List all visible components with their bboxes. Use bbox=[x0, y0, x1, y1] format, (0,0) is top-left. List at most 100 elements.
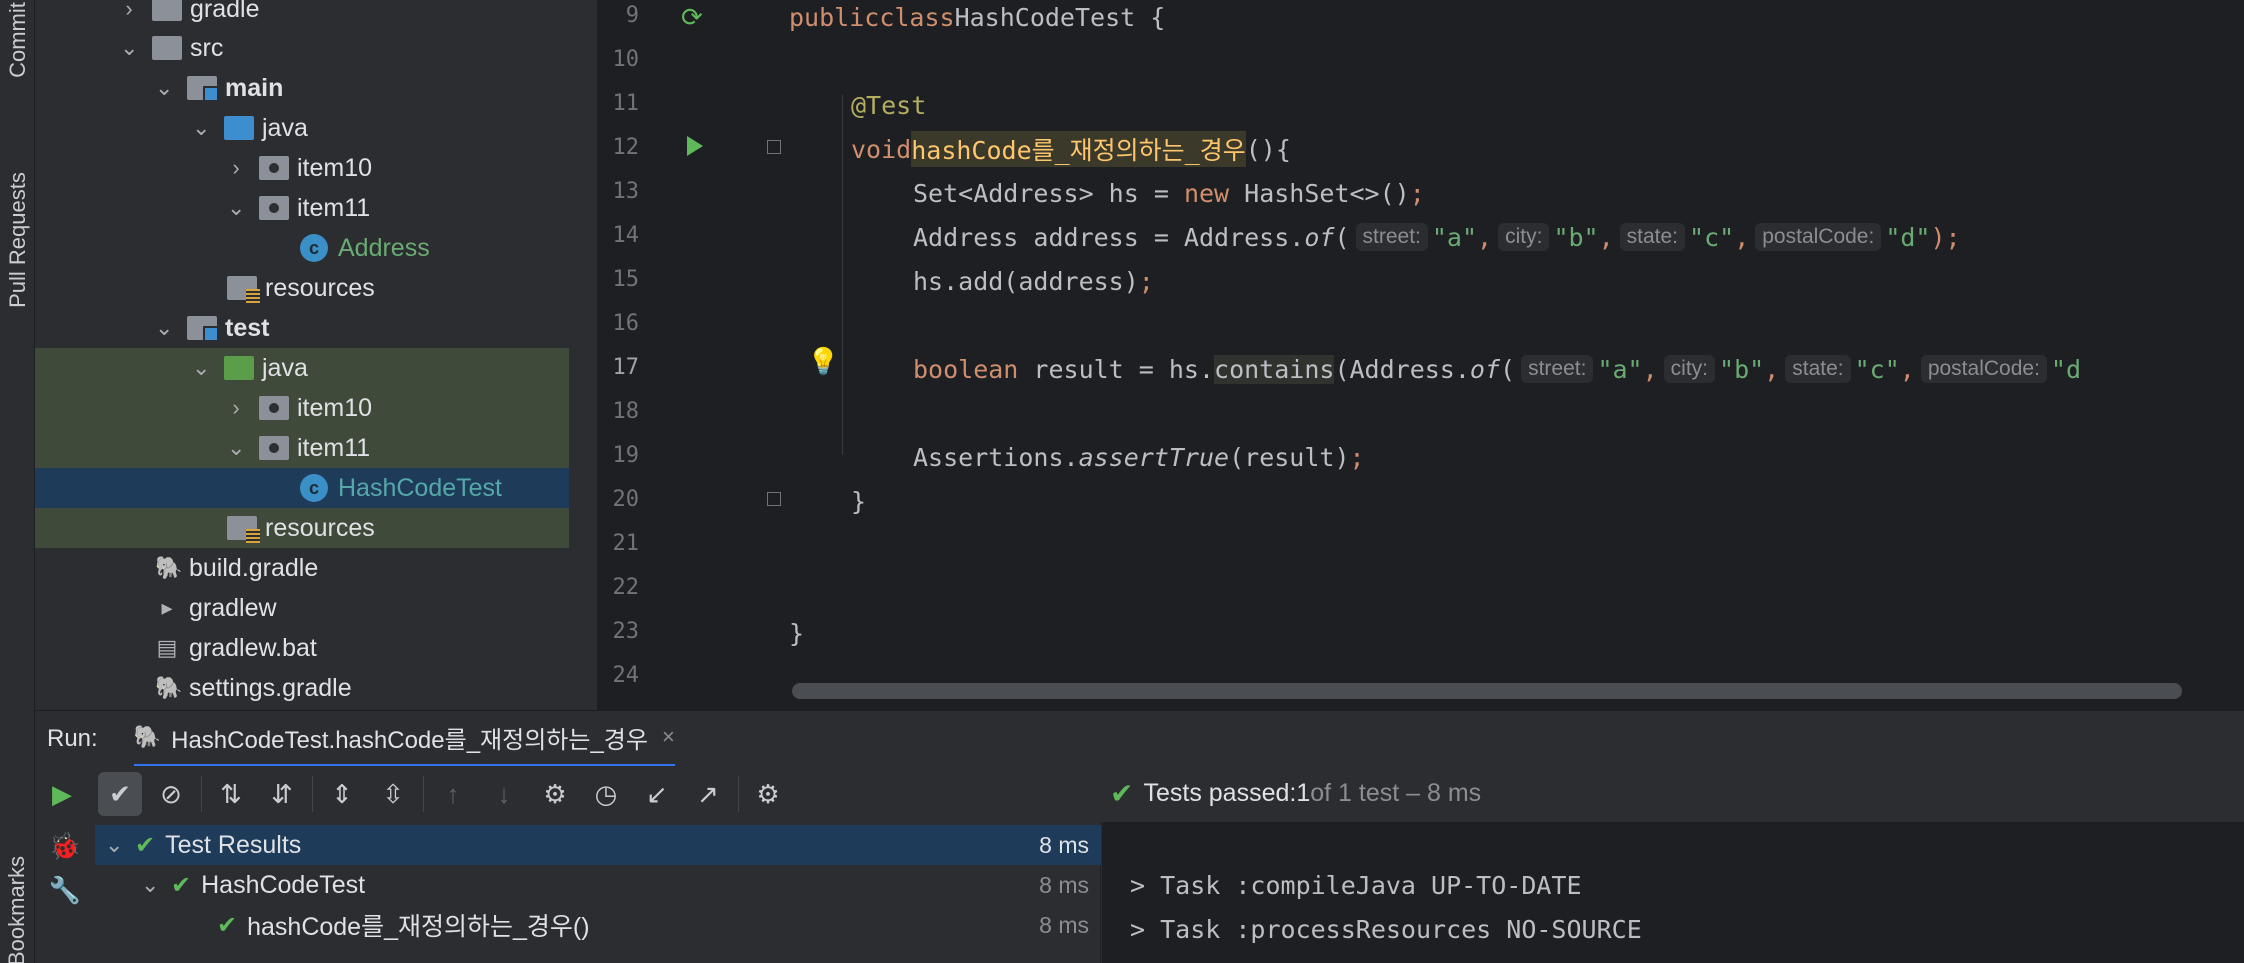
lightbulb-icon[interactable]: 💡 bbox=[807, 346, 839, 377]
tree-item-main-item11[interactable]: ⌄ item11 bbox=[35, 188, 569, 228]
test-resources-folder-icon bbox=[227, 516, 260, 543]
collapse-all-icon[interactable]: ⇳ bbox=[371, 772, 415, 816]
chevron-down-icon[interactable]: ⌄ bbox=[105, 834, 123, 856]
package-icon bbox=[259, 436, 289, 460]
show-passed-icon[interactable]: ✔ bbox=[98, 772, 142, 816]
chevron-down-icon[interactable]: ⌄ bbox=[155, 317, 173, 339]
tree-item-label: src bbox=[190, 33, 224, 62]
tree-item-main-resources[interactable]: resources bbox=[35, 268, 569, 308]
gradle-run-icon[interactable]: ⚙ bbox=[533, 772, 577, 816]
editor-horizontal-scrollbar[interactable] bbox=[792, 683, 2182, 699]
previous-failed-icon[interactable]: ↑ bbox=[431, 772, 475, 816]
test-results-tree: ⌄ ✔ Test Results 8 ms ⌄ ✔ HashCodeTest 8… bbox=[95, 822, 1101, 963]
chevron-down-icon[interactable]: ⌄ bbox=[192, 357, 210, 379]
code-line-13: Set<Address> hs = new HashSet<>(); bbox=[913, 178, 1425, 208]
run-test-icon[interactable] bbox=[687, 136, 713, 162]
sort-alphabetically-icon[interactable]: ⇅ bbox=[209, 772, 253, 816]
param-hint-postal: postalCode: bbox=[1920, 355, 2047, 383]
sort-by-duration-icon[interactable]: ⇵ bbox=[260, 772, 304, 816]
param-hint-city: city: bbox=[1498, 223, 1550, 251]
line-number: 16 bbox=[612, 311, 640, 336]
tree-item-label: resources bbox=[265, 273, 375, 302]
toolbar-separator bbox=[312, 776, 313, 812]
chevron-down-icon[interactable]: ⌄ bbox=[192, 117, 210, 139]
test-row-label: Test Results bbox=[165, 830, 302, 859]
test-history-icon[interactable]: ◷ bbox=[584, 772, 628, 816]
export-tests-icon[interactable]: ↗ bbox=[686, 772, 730, 816]
line-number: 13 bbox=[612, 179, 640, 204]
test-row-root[interactable]: ⌄ ✔ Test Results 8 ms bbox=[95, 825, 1101, 865]
toolbar-separator bbox=[738, 776, 739, 812]
bookmarks-tab-label: Bookmarks bbox=[4, 855, 30, 963]
wrench-icon[interactable]: 🔧 bbox=[43, 868, 87, 912]
next-failed-icon[interactable]: ↓ bbox=[482, 772, 526, 816]
debug-icon[interactable]: 🐞 bbox=[43, 824, 87, 868]
check-icon: ✔ bbox=[135, 831, 156, 859]
test-row-method[interactable]: ✔ hashCode를_재정의하는_경우() 8 ms bbox=[95, 905, 1101, 945]
line-number: 21 bbox=[612, 531, 640, 556]
tree-item-test-resources[interactable]: resources bbox=[35, 508, 569, 548]
tree-item-src[interactable]: ⌄ src bbox=[35, 28, 569, 68]
module-folder-icon bbox=[187, 316, 219, 342]
toolbar-separator bbox=[423, 776, 424, 812]
code-line-23: } bbox=[789, 618, 805, 648]
chevron-down-icon[interactable]: ⌄ bbox=[155, 77, 173, 99]
commit-tab[interactable]: Commit bbox=[0, 0, 35, 80]
run-config-tab[interactable]: 🐘 HashCodeTest.hashCode를_재정의하는_경우 × bbox=[133, 711, 675, 767]
chevron-down-icon[interactable]: ⌄ bbox=[227, 197, 245, 219]
tree-item-label: item10 bbox=[297, 393, 373, 422]
rerun-icon[interactable]: ▶ bbox=[40, 772, 84, 816]
tree-item-test-item10[interactable]: › item10 bbox=[35, 388, 569, 428]
tree-item-label: gradle bbox=[190, 0, 260, 23]
tree-item-build-gradle[interactable]: 🐘 build.gradle bbox=[35, 548, 569, 588]
line-number: 9 bbox=[625, 3, 639, 28]
tree-item-main-item10[interactable]: › item10 bbox=[35, 148, 569, 188]
code-editor[interactable]: 9 10 11 12 13 14 15 16 17 18 19 20 21 22… bbox=[597, 0, 2244, 710]
project-tree: › gradle ⌄ src ⌄ main ⌄ java › item10 ⌄ … bbox=[35, 0, 597, 710]
tree-item-gradlew-bat[interactable]: ▤ gradlew.bat bbox=[35, 628, 569, 668]
close-icon[interactable]: × bbox=[662, 724, 675, 750]
run-all-tests-icon[interactable]: ⟳ bbox=[681, 2, 707, 32]
chevron-down-icon[interactable]: ⌄ bbox=[227, 437, 245, 459]
console-output[interactable]: > Task :compileJava UP-TO-DATE > Task :p… bbox=[1102, 822, 2244, 963]
tree-item-test[interactable]: ⌄ test bbox=[35, 308, 569, 348]
code-line-17: boolean result = hs. contains (Address. of(… bbox=[913, 354, 2082, 384]
line-number: 15 bbox=[612, 267, 640, 292]
tree-item-settings-gradle[interactable]: 🐘 settings.gradle bbox=[35, 668, 569, 708]
line-number: 12 bbox=[612, 135, 640, 160]
param-hint-state: state: bbox=[1785, 355, 1851, 383]
console-line: > Task :compileJava UP-TO-DATE bbox=[1130, 871, 1582, 900]
tree-item-hashcodetest[interactable]: c HashCodeTest bbox=[35, 468, 569, 508]
chevron-right-icon[interactable]: › bbox=[227, 157, 245, 179]
line-number: 17 bbox=[612, 355, 640, 380]
fold-marker-icon[interactable] bbox=[767, 492, 781, 506]
tree-item-test-java[interactable]: ⌄ java bbox=[35, 348, 569, 388]
import-tests-icon[interactable]: ↙ bbox=[635, 772, 679, 816]
tree-item-label: build.gradle bbox=[189, 553, 319, 582]
chevron-right-icon[interactable]: › bbox=[120, 0, 138, 20]
tree-item-gradlew[interactable]: ▸ gradlew bbox=[35, 588, 569, 628]
toolbar-separator bbox=[201, 776, 202, 812]
show-ignored-icon[interactable]: ⊘ bbox=[149, 772, 193, 816]
chevron-down-icon[interactable]: ⌄ bbox=[141, 874, 159, 896]
tree-item-address[interactable]: c Address bbox=[35, 228, 569, 268]
chevron-right-icon[interactable]: › bbox=[227, 397, 245, 419]
settings-gear-icon[interactable]: ⚙ bbox=[746, 772, 790, 816]
line-number: 24 bbox=[612, 663, 640, 688]
gradle-icon: 🐘 bbox=[155, 555, 183, 580]
pull-requests-tab[interactable]: Pull Requests bbox=[0, 140, 35, 340]
shell-script-icon: ▸ bbox=[161, 595, 173, 620]
chevron-down-icon[interactable]: ⌄ bbox=[120, 37, 138, 59]
fold-marker-icon[interactable] bbox=[767, 140, 781, 154]
expand-all-icon[interactable]: ⇕ bbox=[320, 772, 364, 816]
param-hint-street: street: bbox=[1521, 355, 1594, 383]
tree-item-gradle[interactable]: › gradle bbox=[35, 0, 569, 29]
tree-item-main-java[interactable]: ⌄ java bbox=[35, 108, 569, 148]
gradle-icon: 🐘 bbox=[133, 724, 162, 749]
tree-item-test-item11[interactable]: ⌄ item11 bbox=[35, 428, 569, 468]
tree-item-main[interactable]: ⌄ main bbox=[35, 68, 569, 108]
test-row-class[interactable]: ⌄ ✔ HashCodeTest 8 ms bbox=[95, 865, 1101, 905]
package-icon bbox=[259, 396, 289, 420]
bookmarks-tab[interactable]: Bookmarks bbox=[0, 855, 35, 963]
tree-item-label: gradlew.bat bbox=[189, 633, 317, 662]
